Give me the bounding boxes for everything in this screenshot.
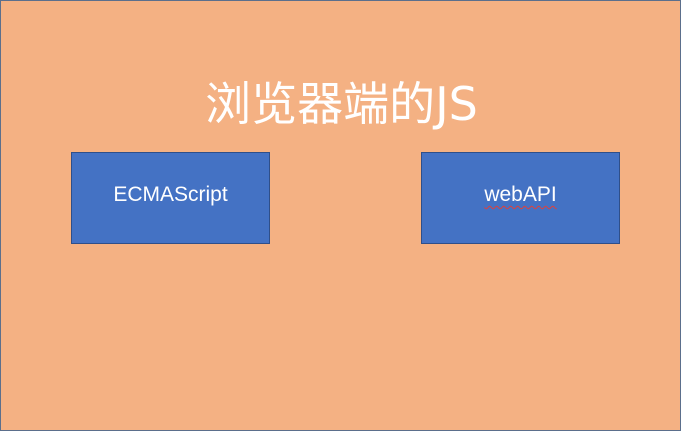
ecmascript-label: ECMAScript <box>113 183 228 206</box>
slide-canvas: 浏览器端的JS ECMAScript webAPI <box>0 0 681 431</box>
ecmascript-box: ECMAScript <box>71 152 270 244</box>
webapi-box: webAPI <box>421 152 620 244</box>
webapi-label: webAPI <box>484 183 557 206</box>
slide-title: 浏览器端的JS <box>205 77 478 131</box>
